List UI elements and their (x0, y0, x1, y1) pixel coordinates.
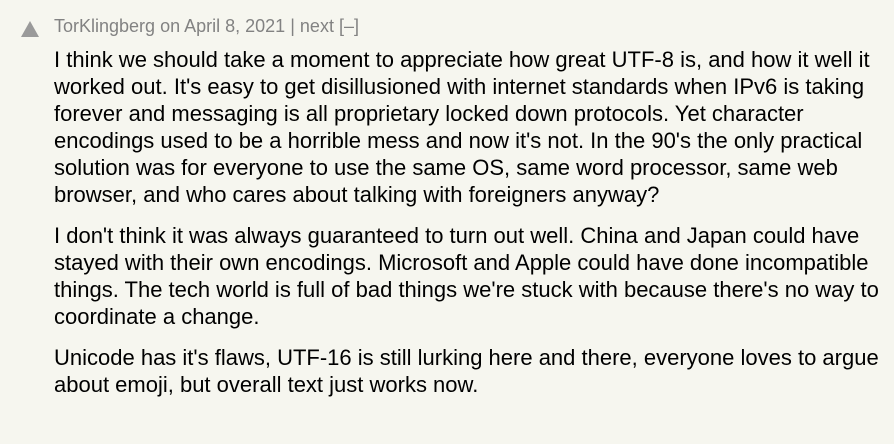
next-link[interactable]: next (300, 16, 334, 36)
on-word: on (160, 16, 181, 36)
comment-paragraph: I don't think it was always guaranteed t… (54, 223, 879, 329)
author-link[interactable]: TorKlingberg (54, 16, 155, 36)
comment-paragraph: Unicode has it's flaws, UTF-16 is still … (54, 345, 879, 397)
upvote-button[interactable] (19, 18, 41, 40)
header-separator: | (290, 16, 295, 36)
comment-text: I think we should take a moment to appre… (54, 46, 884, 398)
comment-paragraph: I think we should take a moment to appre… (54, 47, 870, 207)
upvote-arrow-icon (21, 21, 39, 37)
comment-header: TorKlingberg on April 8, 2021 | next [–] (54, 14, 359, 38)
comment: TorKlingberg on April 8, 2021 | next [–]… (0, 0, 894, 444)
collapse-toggle[interactable]: [–] (339, 16, 359, 36)
comment-date-link[interactable]: April 8, 2021 (184, 16, 285, 36)
